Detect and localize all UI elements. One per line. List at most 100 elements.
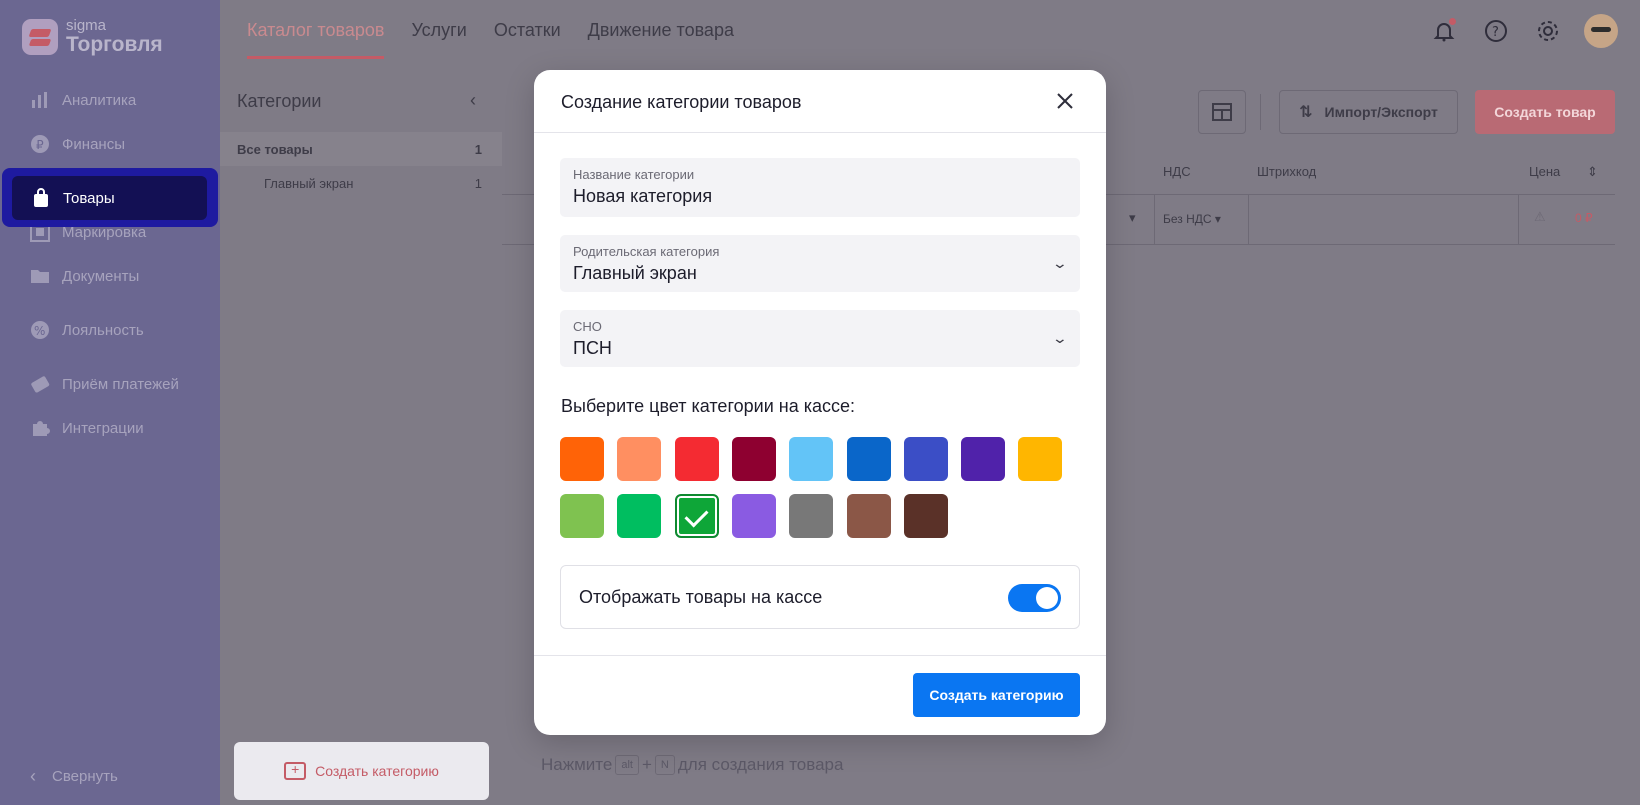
- tab-stock[interactable]: Остатки: [494, 20, 561, 59]
- color-swatch[interactable]: [789, 494, 834, 538]
- category-item[interactable]: Главный экран 1: [220, 166, 502, 200]
- cell-divider: [1518, 195, 1519, 245]
- chevron-left-icon: ‹: [30, 766, 36, 786]
- category-count: 1: [474, 175, 482, 191]
- percent-icon: %: [30, 320, 50, 340]
- help-icon[interactable]: ?: [1480, 15, 1512, 47]
- tax-system-select[interactable]: СНО ПСН ⌄: [560, 310, 1080, 367]
- sidebar-item-loyalty[interactable]: % Лояльность: [0, 308, 220, 352]
- color-swatch[interactable]: [560, 494, 604, 538]
- sidebar-item-label: Приём платежей: [62, 375, 179, 393]
- sidebar-item-label: Интеграции: [62, 419, 144, 437]
- notification-dot: [1449, 18, 1456, 25]
- puzzle-icon: [30, 418, 50, 438]
- color-swatch[interactable]: [961, 437, 1006, 481]
- create-category-button[interactable]: Создать категорию: [913, 673, 1080, 717]
- color-swatch[interactable]: [617, 494, 662, 538]
- top-bar: Каталог товаров Услуги Остатки Движение …: [220, 0, 1640, 62]
- avatar[interactable]: [1584, 14, 1618, 48]
- category-label: Все товары: [237, 141, 313, 157]
- svg-text:?: ?: [1492, 25, 1499, 40]
- sidebar-item-documents[interactable]: Документы: [0, 254, 220, 298]
- tax-system-value: ПСН: [573, 338, 612, 358]
- folder-plus-icon: [284, 761, 307, 780]
- sort-arrows-icon: ⇅: [1299, 104, 1313, 121]
- categories-panel: Категории ‹ Все товары 1 Главный экран 1: [220, 62, 502, 805]
- field-label: Родительская категория: [573, 244, 720, 259]
- column-header-nds[interactable]: НДС: [1163, 164, 1191, 179]
- category-name-field[interactable]: Название категории Новая категория: [560, 158, 1080, 217]
- chevron-down-icon[interactable]: ⌄: [1052, 255, 1068, 272]
- ruble-icon: ₽: [30, 134, 50, 154]
- show-on-pos-toggle[interactable]: [1008, 584, 1061, 612]
- categories-title: Категории: [237, 91, 322, 111]
- main-tabs: Каталог товаров Услуги Остатки Движение …: [247, 20, 734, 59]
- app-logo[interactable]: sigma Торговля: [22, 18, 163, 55]
- chevron-down-icon[interactable]: ⌄: [1052, 330, 1068, 347]
- table-view-button[interactable]: [1198, 90, 1246, 134]
- category-all[interactable]: Все товары 1: [220, 132, 502, 166]
- card-icon: [30, 374, 50, 394]
- parent-category-select[interactable]: Родительская категория Главный экран ⌄: [560, 235, 1080, 292]
- color-swatch[interactable]: [674, 437, 719, 481]
- close-icon[interactable]: [1050, 86, 1080, 116]
- column-header-barcode[interactable]: Штрихкод: [1257, 164, 1316, 179]
- tab-catalog[interactable]: Каталог товаров: [247, 20, 385, 59]
- sidebar-item-integrations[interactable]: Интеграции: [0, 406, 220, 450]
- sidebar-item-analytics[interactable]: Аналитика: [0, 78, 220, 122]
- category-name-input[interactable]: Новая категория: [573, 186, 712, 207]
- color-swatch[interactable]: [903, 494, 948, 538]
- color-swatch[interactable]: [846, 437, 891, 481]
- svg-text:₽: ₽: [36, 138, 44, 152]
- warning-icon: ⚠: [1534, 209, 1546, 224]
- chevron-down-icon[interactable]: ▾: [1129, 210, 1136, 226]
- color-swatch[interactable]: [789, 437, 834, 481]
- color-swatch[interactable]: [731, 437, 776, 481]
- nds-select[interactable]: Без НДС ▾: [1163, 212, 1221, 226]
- color-swatch-selected[interactable]: [674, 494, 719, 538]
- create-product-button[interactable]: Создать товар: [1475, 90, 1615, 134]
- price-value[interactable]: 0 ₽: [1575, 211, 1593, 225]
- color-swatch[interactable]: [560, 437, 604, 481]
- color-swatch[interactable]: [1018, 437, 1063, 481]
- folder-icon: [30, 266, 50, 286]
- show-on-pos-row: Отображать товары на кассе: [560, 565, 1080, 629]
- tab-movement[interactable]: Движение товара: [588, 20, 734, 59]
- collapse-label: Свернуть: [52, 768, 118, 785]
- parent-category-value: Главный экран: [573, 263, 697, 283]
- create-category-panel-button[interactable]: Создать категорию: [234, 742, 489, 800]
- logo-small-text: sigma: [66, 17, 107, 34]
- sidebar-nav: Аналитика ₽ Финансы Маркировка Документы…: [0, 78, 220, 450]
- category-label: Главный экран: [264, 175, 354, 191]
- color-swatch[interactable]: [846, 494, 891, 538]
- sidebar-item-finance[interactable]: ₽ Финансы: [0, 122, 220, 166]
- table-icon: [1212, 103, 1232, 121]
- nds-value: Без НДС: [1163, 212, 1212, 226]
- sidebar-item-products[interactable]: Товары: [12, 176, 207, 220]
- kbd-alt: alt: [615, 755, 639, 775]
- cell-divider: [1154, 195, 1155, 245]
- logo-big-text: Торговля: [66, 33, 163, 56]
- bell-icon[interactable]: [1428, 15, 1460, 47]
- shortcut-hint: Нажмите alt + N для создания товара: [541, 755, 843, 775]
- import-export-button[interactable]: ⇅ Импорт/Экспорт: [1279, 90, 1458, 134]
- top-icons: ?: [1428, 14, 1618, 48]
- chevron-left-icon[interactable]: ‹: [470, 90, 476, 111]
- create-category-modal: Создание категории товаров Название кате…: [534, 70, 1106, 735]
- color-swatch[interactable]: [617, 437, 662, 481]
- create-category-label: Создать категорию: [315, 763, 439, 779]
- svg-text:%: %: [34, 324, 45, 338]
- sidebar-item-label: Аналитика: [62, 91, 137, 109]
- sidebar-item-payments[interactable]: Приём платежей: [0, 362, 220, 406]
- tab-services[interactable]: Услуги: [411, 20, 466, 59]
- color-swatch[interactable]: [903, 437, 948, 481]
- sidebar-item-label: Товары: [63, 189, 115, 207]
- cell-divider: [1248, 195, 1249, 245]
- color-swatch[interactable]: [731, 494, 776, 538]
- gear-icon[interactable]: [1532, 15, 1564, 47]
- sort-icon[interactable]: ⇕: [1587, 164, 1598, 180]
- modal-title: Создание категории товаров: [561, 92, 802, 112]
- import-export-label: Импорт/Экспорт: [1324, 104, 1438, 120]
- column-header-price[interactable]: Цена: [1529, 164, 1560, 179]
- sidebar-collapse-button[interactable]: ‹ Свернуть: [30, 766, 118, 787]
